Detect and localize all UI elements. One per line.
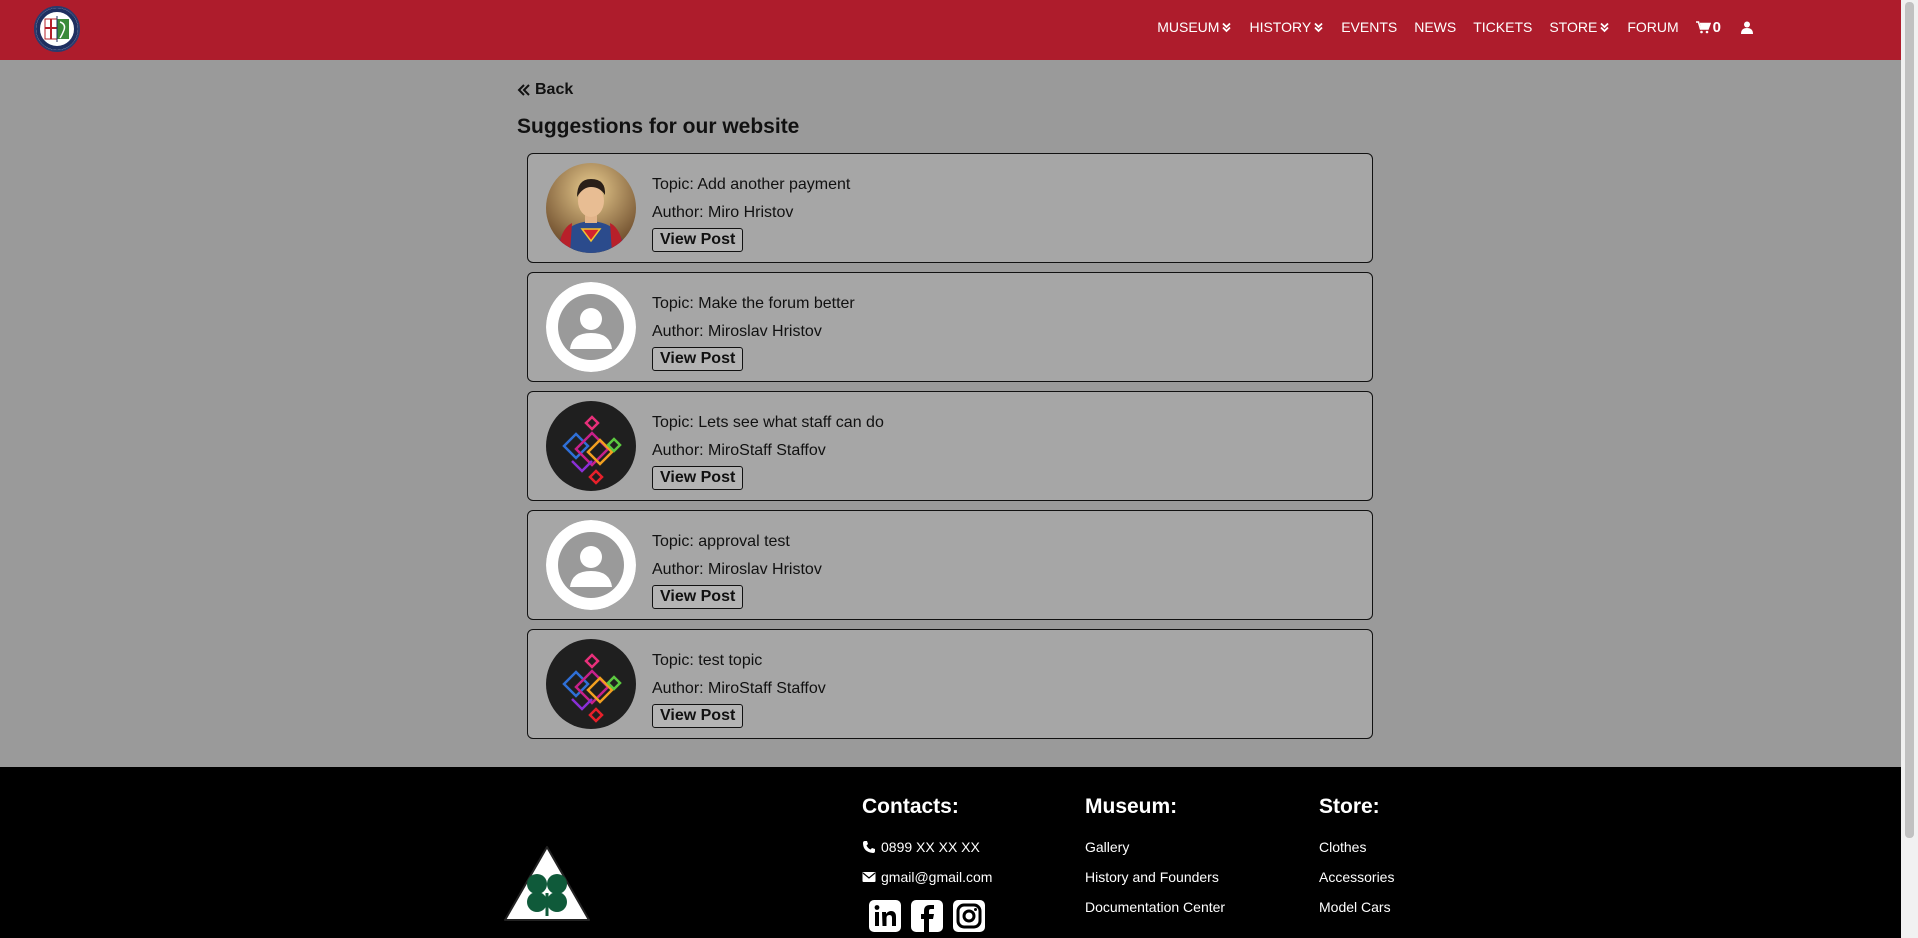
post-author: Author: Miroslav Hristov [652,561,822,578]
nav-item-history[interactable]: HISTORY [1249,19,1324,35]
main-menu: MUSEUM HISTORY EVENTS NEWS TICKETS STORE FORUM… [1140,0,1753,54]
view-post-button[interactable]: View Post [652,704,744,728]
user-icon [1741,21,1753,34]
post-topic: Topic: Make the forum better [652,295,855,312]
nav-item-store[interactable]: STORE [1549,19,1610,35]
double-chevron-left-icon [517,84,530,96]
footer-link-gallery[interactable]: Gallery [1085,839,1225,855]
post-author: Author: MiroStaff Staffov [652,442,826,459]
post-info: Topic: Make the forum better Author: Miro… [652,290,855,371]
chevron-double-down-icon [1221,22,1232,33]
post-topic: Topic: Add another payment [652,176,851,193]
view-post-button[interactable]: View Post [652,585,744,609]
phone-icon [863,841,875,853]
nav-item-news[interactable]: NEWS [1414,19,1456,35]
author-avatar [546,520,636,610]
view-post-button[interactable]: View Post [652,347,744,371]
post-info: Topic: approval test Author: Miroslav Hri… [652,528,822,609]
phone-link[interactable]: 0899 XX XX XX [862,839,992,855]
post-author: Author: MiroStaff Staffov [652,680,826,697]
email-link[interactable]: gmail@gmail.com [862,869,992,885]
alfa-romeo-logo[interactable] [34,6,80,52]
cart-button[interactable]: 0 [1695,18,1721,36]
quadrifoglio-logo [502,844,592,929]
contacts-column: Contacts: 0899 XX XX XX gmail@gmail.com [862,795,992,933]
nav-item-label: STORE [1549,19,1598,35]
view-post-button[interactable]: View Post [652,466,744,490]
author-avatar [546,282,636,372]
store-column: Store: Clothes Accessories Model Cars [1319,795,1394,929]
footer-link-clothes[interactable]: Clothes [1319,839,1394,855]
store-title: Store: [1319,795,1380,818]
instagram-icon[interactable] [952,899,986,933]
site-footer: Contacts: 0899 XX XX XX gmail@gmail.com [0,767,1901,938]
chevron-double-down-icon [1599,22,1610,33]
footer-link-history-founders[interactable]: History and Founders [1085,869,1225,885]
nav-item-tickets[interactable]: TICKETS [1473,19,1532,35]
post-list: Topic: Add another payment Author: Miro H… [527,153,1373,748]
email-address: gmail@gmail.com [881,869,993,885]
post-author: Author: Miro Hristov [652,204,794,221]
nav-item-forum[interactable]: FORUM [1627,19,1678,35]
nav-item-label: HISTORY [1249,19,1312,35]
author-avatar [546,639,636,729]
facebook-icon[interactable] [910,899,944,933]
nav-item-label: TICKETS [1473,19,1533,35]
post-topic: Topic: approval test [652,533,790,550]
post-card: Topic: Make the forum better Author: Miro… [527,272,1373,382]
author-avatar [546,163,636,253]
phone-number: 0899 XX XX XX [881,839,980,855]
nav-item-events[interactable]: EVENTS [1341,19,1397,35]
post-card: Topic: approval test Author: Miroslav Hri… [527,510,1373,620]
post-topic: Topic: test topic [652,652,763,669]
footer-link-documentation-center[interactable]: Documentation Center [1085,899,1225,915]
user-account-button[interactable] [1741,21,1753,34]
back-link[interactable]: Back [517,81,573,99]
view-post-button[interactable]: View Post [652,228,744,252]
page-title: Suggestions for our website [517,115,800,138]
nav-item-label: NEWS [1414,19,1457,35]
envelope-icon [862,872,876,882]
chevron-double-down-icon [1313,22,1324,33]
post-info: Topic: test topic Author: MiroStaff Staff… [652,647,826,728]
shopping-cart-icon [1695,20,1711,33]
contacts-title: Contacts: [862,795,959,818]
post-card: Topic: Lets see what staff can do Author:… [527,391,1373,501]
post-author: Author: Miroslav Hristov [652,323,822,340]
social-links [868,899,992,933]
footer-link-accessories[interactable]: Accessories [1319,869,1394,885]
museum-column: Museum: Gallery History and Founders Doc… [1085,795,1225,929]
back-label: Back [535,81,574,98]
post-card: Topic: Add another payment Author: Miro H… [527,153,1373,263]
footer-link-model-cars[interactable]: Model Cars [1319,899,1394,915]
museum-title: Museum: [1085,795,1178,818]
nav-item-museum[interactable]: MUSEUM [1157,19,1232,35]
nav-item-label: MUSEUM [1157,19,1220,35]
post-card: Topic: test topic Author: MiroStaff Staff… [527,629,1373,739]
scrollbar-thumb[interactable] [1905,2,1914,838]
linkedin-icon[interactable] [868,899,902,933]
page-scrollbar[interactable] [1901,0,1918,938]
post-info: Topic: Lets see what staff can do Author:… [652,409,884,490]
post-info: Topic: Add another payment Author: Miro H… [652,171,850,252]
nav-item-label: EVENTS [1341,19,1398,35]
post-topic: Topic: Lets see what staff can do [652,414,884,431]
nav-item-label: FORUM [1627,19,1679,35]
top-navbar: MUSEUM HISTORY EVENTS NEWS TICKETS STORE FORUM… [0,0,1901,60]
author-avatar [546,401,636,491]
cart-count: 0 [1712,18,1721,36]
